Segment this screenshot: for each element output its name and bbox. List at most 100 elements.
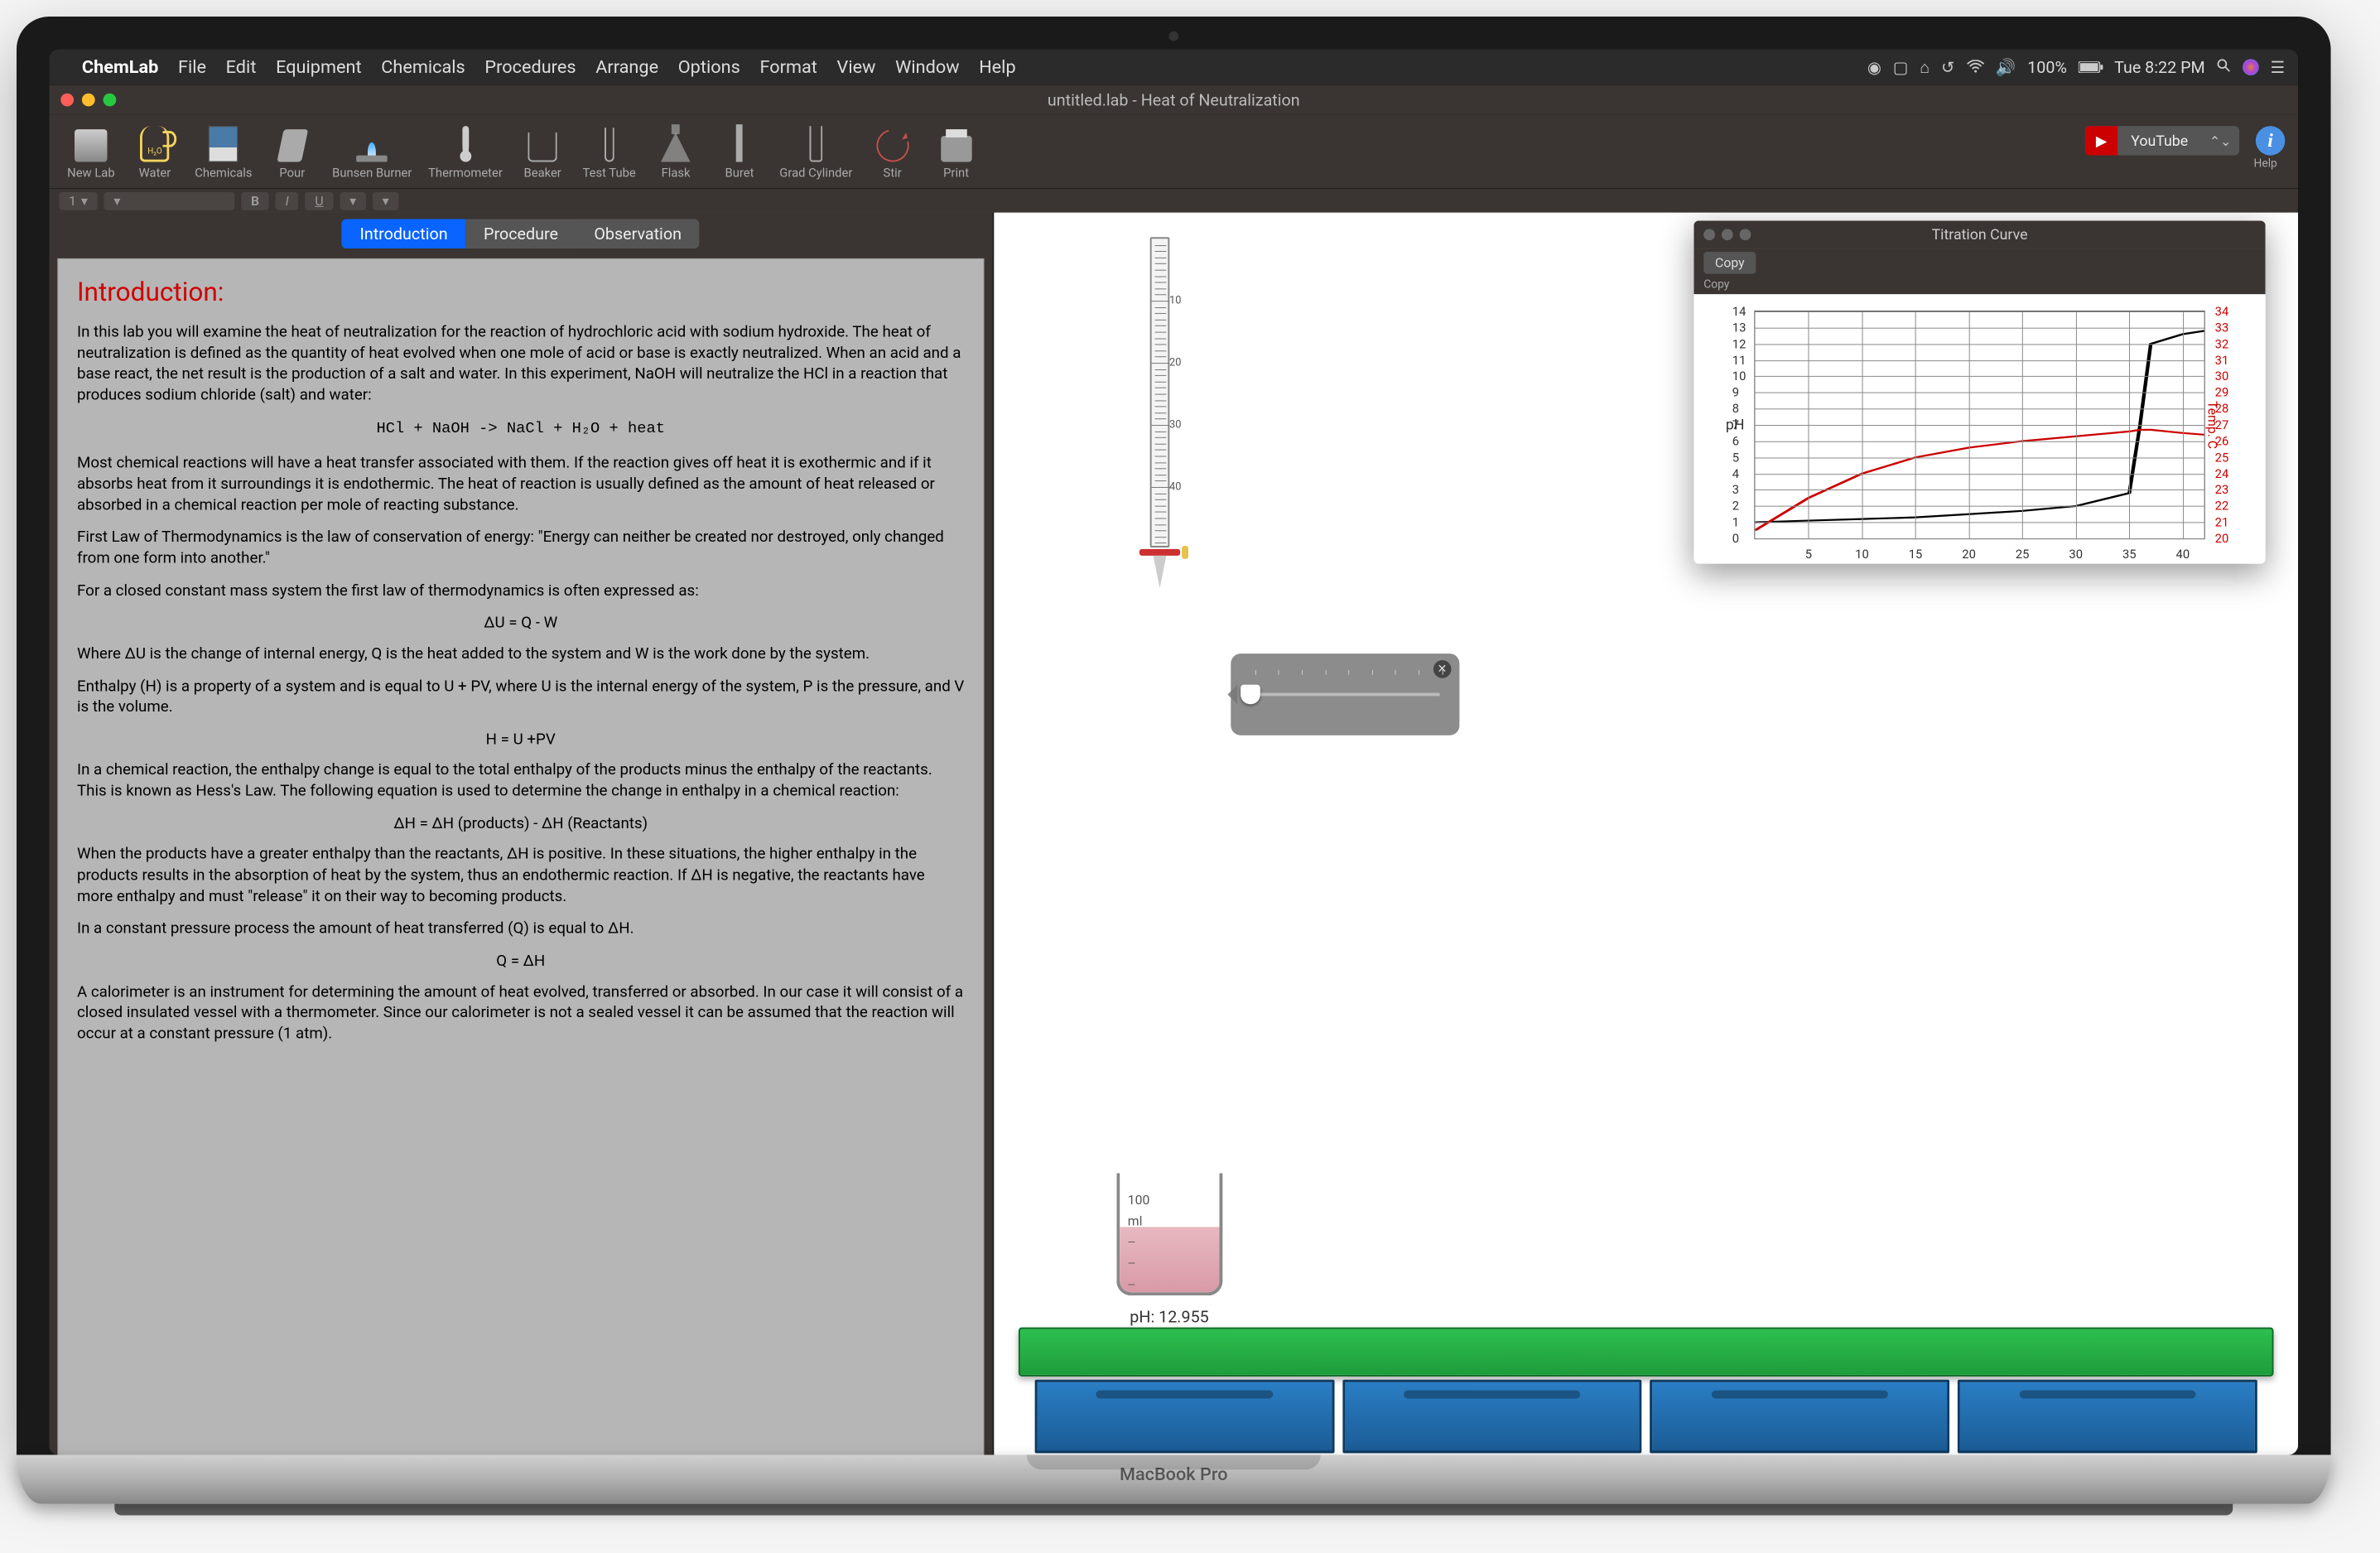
- chart-window-titlebar[interactable]: Titration Curve: [1693, 221, 2265, 249]
- chart-copy-label: Copy: [1703, 278, 1729, 292]
- underline-button[interactable]: U: [306, 192, 334, 210]
- tool-buret[interactable]: Buret: [711, 119, 768, 183]
- doc-equation: Q = ΔH: [77, 950, 965, 971]
- spacing-selector[interactable]: ▾: [373, 192, 399, 210]
- flow-rate-slider[interactable]: [1250, 692, 1440, 696]
- menu-options[interactable]: Options: [678, 57, 740, 78]
- window-minimize-button[interactable]: [82, 94, 95, 107]
- bench-drawer: [1342, 1380, 1642, 1454]
- help-label: Help: [2254, 157, 2277, 171]
- tool-new-lab[interactable]: New Lab: [62, 119, 119, 183]
- tab-introduction[interactable]: Introduction: [342, 219, 466, 248]
- display-icon[interactable]: ▢: [1893, 57, 1909, 77]
- notification-center-icon[interactable]: ☰: [2271, 57, 2286, 77]
- slider-thumb[interactable]: [1241, 685, 1260, 705]
- menu-format[interactable]: Format: [759, 57, 817, 78]
- doc-para: When the products have a greater enthalp…: [77, 843, 965, 906]
- titration-curve-window[interactable]: Titration Curve Copy Copy pH Temp. C 012…: [1693, 221, 2265, 564]
- tool-flask[interactable]: Flask: [648, 119, 705, 183]
- beaker-equipment[interactable]: 100 ml ———— pH: 12.955: [1108, 1174, 1231, 1327]
- buret-equipment[interactable]: 10203040: [1147, 237, 1172, 596]
- tab-procedure[interactable]: Procedure: [465, 219, 576, 248]
- tool-stir[interactable]: Stir: [864, 119, 921, 183]
- chart-plot-area: pH Temp. C 01234567891011121314202122232…: [1754, 311, 2204, 539]
- tool-test-tube[interactable]: Test Tube: [578, 119, 641, 183]
- tool-print[interactable]: Print: [927, 119, 985, 183]
- hardware-label: MacBook Pro: [1120, 1465, 1228, 1486]
- tool-bunsen-burner[interactable]: Bunsen Burner: [327, 119, 417, 183]
- doc-viewer[interactable]: Introduction: In this lab you will exami…: [57, 258, 984, 1455]
- documentation-panel: Introduction Procedure Observation Intro…: [49, 213, 994, 1455]
- bold-button[interactable]: B: [241, 192, 269, 210]
- menu-equipment[interactable]: Equipment: [276, 57, 361, 78]
- creative-cloud-icon[interactable]: ◉: [1867, 57, 1881, 77]
- spotlight-icon[interactable]: [2217, 57, 2232, 77]
- menu-window[interactable]: Window: [895, 57, 959, 78]
- lab-workspace[interactable]: 100 ml ———— pH: 12.955 10203040 ✕: [994, 213, 2298, 1455]
- doc-equation: HCl + NaOH -> NaCl + H₂O + heat: [77, 418, 965, 439]
- tool-grad-cylinder[interactable]: Grad Cylinder: [774, 119, 857, 183]
- chart-copy-button[interactable]: Copy: [1703, 252, 1756, 274]
- buret-stopcock[interactable]: [1139, 549, 1180, 556]
- wifi-icon[interactable]: [1966, 57, 1984, 77]
- doc-para: A calorimeter is an instrument for deter…: [77, 981, 965, 1044]
- doc-para: In this lab you will examine the heat of…: [77, 321, 965, 405]
- bench-drawer: [1958, 1380, 2257, 1454]
- menu-procedures[interactable]: Procedures: [484, 57, 576, 78]
- tool-water[interactable]: Water: [126, 119, 183, 183]
- volume-icon[interactable]: 🔊: [1996, 57, 2016, 77]
- camera-notch: [1168, 31, 1178, 41]
- alignment-selector[interactable]: ▾: [340, 192, 366, 210]
- bench-drawer: [1650, 1380, 1949, 1454]
- doc-tabbar: Introduction Procedure Observation: [49, 213, 992, 255]
- format-toolbar: 1 ▾ ▾ B I U ▾ ▾: [49, 188, 2298, 213]
- doc-heading: Introduction:: [77, 275, 965, 311]
- tool-beaker[interactable]: Beaker: [514, 119, 571, 183]
- laptop-chassis-bottom: MacBook Pro: [17, 1455, 2331, 1504]
- window-titlebar: untitled.lab - Heat of Neutralization: [49, 85, 2298, 114]
- tool-thermometer[interactable]: Thermometer: [423, 119, 508, 183]
- beaker-graduations: 100 ml ————: [1128, 1189, 1150, 1295]
- font-selector[interactable]: ▾: [104, 192, 235, 210]
- clock[interactable]: Tue 8:22 PM: [2114, 57, 2205, 77]
- menu-help[interactable]: Help: [979, 57, 1015, 78]
- tab-observation[interactable]: Observation: [576, 219, 700, 248]
- italic-button[interactable]: I: [276, 192, 299, 210]
- chart-toolbar: Copy Copy: [1693, 248, 2265, 294]
- doc-para: Enthalpy (H) is a property of a system a…: [77, 675, 965, 717]
- tool-chemicals[interactable]: Chemicals: [190, 119, 257, 183]
- app-name[interactable]: ChemLab: [82, 57, 158, 78]
- main-toolbar: New Lab Water Chemicals Pour Bunsen Burn…: [49, 114, 2298, 188]
- chevron-updown-icon: ⌃⌄: [2201, 133, 2239, 149]
- menu-view[interactable]: View: [837, 57, 876, 78]
- chart-traffic-lights[interactable]: [1703, 229, 1751, 240]
- laptop-feet: [114, 1504, 2233, 1516]
- ph-readout: pH: 12.955: [1108, 1307, 1231, 1327]
- lab-bench: [1019, 1328, 2274, 1454]
- screen: ChemLab File Edit Equipment Chemicals Pr…: [49, 49, 2298, 1454]
- chart-window-title: Titration Curve: [1932, 226, 2028, 244]
- info-button[interactable]: i: [2256, 126, 2285, 155]
- stopcock-slider-popover: ✕: [1231, 654, 1459, 736]
- bench-drawer: [1034, 1380, 1334, 1454]
- siri-icon[interactable]: [2243, 59, 2259, 75]
- window-close-button[interactable]: [60, 94, 74, 107]
- timemachine-icon[interactable]: ↺: [1941, 57, 1955, 77]
- menu-edit[interactable]: Edit: [226, 57, 257, 78]
- youtube-button[interactable]: ▶ YouTube ⌃⌄: [2085, 126, 2239, 155]
- tool-pour[interactable]: Pour: [263, 119, 320, 183]
- youtube-icon: ▶: [2085, 126, 2117, 155]
- buret-tip: [1153, 556, 1166, 588]
- doc-para: In a chemical reaction, the enthalpy cha…: [77, 760, 965, 802]
- menu-file[interactable]: File: [178, 57, 206, 78]
- doc-para: Most chemical reactions will have a heat…: [77, 452, 965, 515]
- font-size-selector[interactable]: 1 ▾: [59, 192, 97, 210]
- battery-percent[interactable]: 100%: [2027, 57, 2067, 77]
- menu-chemicals[interactable]: Chemicals: [381, 57, 465, 78]
- window-zoom-button[interactable]: [104, 94, 117, 107]
- battery-icon[interactable]: [2079, 57, 2103, 77]
- doc-equation: ΔH = ΔH (products) - ΔH (Reactants): [77, 813, 965, 833]
- doc-equation: H = U +PV: [77, 729, 965, 750]
- airplay-icon[interactable]: ⌂: [1920, 57, 1930, 78]
- menu-arrange[interactable]: Arrange: [595, 57, 658, 78]
